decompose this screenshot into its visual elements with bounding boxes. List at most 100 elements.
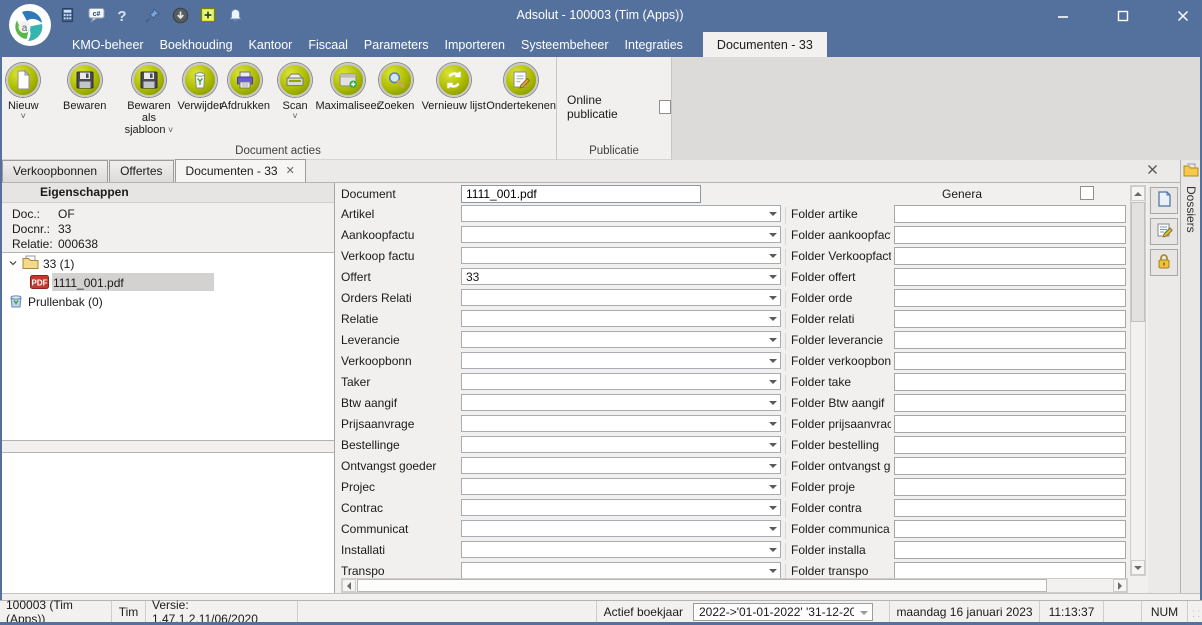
field-label-artikel: Artikel — [341, 207, 458, 223]
bewaren-button[interactable]: Bewaren — [47, 61, 123, 112]
relatie-dropdown[interactable] — [461, 310, 781, 327]
vernieuw-lijst-button[interactable]: Vernieuw lijst — [421, 61, 486, 112]
menu-item-kantoor[interactable]: Kantoor — [241, 32, 301, 57]
ribbon: Document acties Nieuw ˅BewarenBewaren al… — [0, 57, 1202, 160]
tab-documenten-33[interactable]: Documenten - 33✕ — [175, 159, 306, 182]
chevron-down-icon — [769, 569, 777, 573]
scroll-up-button[interactable] — [1131, 186, 1145, 201]
dossiers-label: Dossiers — [1184, 186, 1198, 233]
transpo-dropdown[interactable] — [461, 562, 781, 579]
chevron-down-icon — [769, 338, 777, 342]
leverancie-dropdown[interactable] — [461, 331, 781, 348]
folder-verkoopbonr-input[interactable] — [894, 352, 1126, 370]
taker-dropdown[interactable] — [461, 373, 781, 390]
artikel-dropdown[interactable] — [461, 205, 781, 222]
edit-sign-button[interactable] — [1150, 218, 1178, 245]
folder-proje-input[interactable] — [894, 478, 1126, 496]
tab-verkoopbonnen[interactable]: Verkoopbonnen — [2, 160, 108, 182]
ribbon-button-label: Ondertekenen — [486, 100, 556, 112]
verwijder-button[interactable]: Verwijder — [175, 61, 225, 112]
folder-prijsaanvrac-input[interactable] — [894, 415, 1126, 433]
orders-relati-dropdown[interactable] — [461, 289, 781, 306]
bewaren-als-sjabloon-button[interactable]: Bewaren als sjabloon ˅ — [123, 61, 175, 136]
folder-artike-input[interactable] — [894, 205, 1126, 223]
maximize-button[interactable] — [1112, 6, 1134, 26]
scroll-left-button[interactable] — [342, 579, 356, 592]
status-time: 11:13:37 — [1040, 601, 1104, 622]
tab-offertes[interactable]: Offertes — [109, 160, 173, 182]
lock-button[interactable] — [1150, 249, 1178, 276]
folder-bestelling-input[interactable] — [894, 436, 1126, 454]
nieuw-button[interactable]: Nieuw ˅ — [0, 61, 47, 120]
ondertekenen-button[interactable]: Ondertekenen — [486, 61, 556, 112]
add-icon[interactable] — [200, 7, 217, 24]
scroll-down-button[interactable] — [1131, 560, 1145, 575]
folder-installa-input[interactable] — [894, 541, 1126, 559]
csharp-icon[interactable]: c# — [88, 7, 105, 24]
horizontal-scroll-thumb[interactable] — [357, 579, 1047, 592]
maximaliseer-button[interactable]: Maximaliseer — [325, 61, 371, 112]
horizontal-scrollbar[interactable] — [341, 578, 1128, 593]
dossiers-rail[interactable]: Dossiers — [1180, 160, 1200, 593]
folder-leverancie-input[interactable] — [894, 331, 1126, 349]
adsolut-logo[interactable]: a — [8, 3, 52, 47]
calculator-icon[interactable] — [60, 7, 77, 24]
folder-take-input[interactable] — [894, 373, 1126, 391]
folder-offert-input[interactable] — [894, 268, 1126, 286]
menu-item-kmo-beheer[interactable]: KMO-beheer — [64, 32, 152, 57]
resize-grip[interactable]: ⸬ — [1188, 601, 1202, 622]
pin-icon[interactable] — [144, 7, 161, 24]
tree-item-prullenbak-0[interactable]: Prullenbak (0) — [8, 293, 103, 311]
zoeken-button[interactable]: Zoeken — [371, 61, 421, 112]
genera-header-label: Genera — [856, 187, 1068, 201]
folder-contra-input[interactable] — [894, 499, 1126, 517]
panel-splitter[interactable] — [2, 441, 334, 452]
boekjaar-dropdown[interactable]: 2022->'01-01-2022' '31-12-2022' — [693, 603, 873, 621]
projec-dropdown[interactable] — [461, 478, 781, 495]
aankoopfactu-dropdown[interactable] — [461, 226, 781, 243]
folder-verkoopfacti-input[interactable] — [894, 247, 1126, 265]
verkoopbonn-dropdown[interactable] — [461, 352, 781, 369]
help-icon[interactable]: ? — [116, 7, 133, 24]
online-publicatie-checkbox[interactable] — [659, 100, 671, 114]
btw-aangif-dropdown[interactable] — [461, 394, 781, 411]
installati-dropdown[interactable] — [461, 541, 781, 558]
chevron-down-icon — [769, 548, 777, 552]
vertical-scrollbar[interactable] — [1130, 185, 1146, 576]
folder-aankoopfact-input[interactable] — [894, 226, 1126, 244]
verkoop-factu-dropdown[interactable] — [461, 247, 781, 264]
tab-close-icon[interactable]: ✕ — [286, 161, 295, 182]
tree-expand-icon[interactable] — [8, 257, 18, 271]
prijsaanvrage-dropdown[interactable] — [461, 415, 781, 432]
genera-checkbox[interactable] — [1080, 186, 1094, 200]
menu-item-parameters[interactable]: Parameters — [356, 32, 437, 57]
bell-icon[interactable] — [228, 7, 245, 24]
menu-item-boekhouding[interactable]: Boekhouding — [152, 32, 241, 57]
menu-item-importeren[interactable]: Importeren — [437, 32, 513, 57]
menu-item-systeembeheer[interactable]: Systeembeheer — [513, 32, 617, 57]
vertical-scroll-thumb[interactable] — [1131, 202, 1145, 322]
minimize-button[interactable] — [1052, 6, 1074, 26]
pane-close-button[interactable] — [1144, 163, 1160, 178]
menu-item-fiscaal[interactable]: Fiscaal — [300, 32, 356, 57]
folder-communica-input[interactable] — [894, 520, 1126, 538]
close-button[interactable] — [1172, 6, 1194, 26]
scroll-right-button[interactable] — [1113, 579, 1127, 592]
folder-relati-input[interactable] — [894, 310, 1126, 328]
folder-ontvangst-goede-input[interactable] — [894, 457, 1126, 475]
document-name-input[interactable] — [461, 185, 701, 203]
tree-item-33-1[interactable]: 33 (1) — [8, 255, 74, 273]
contrac-dropdown[interactable] — [461, 499, 781, 516]
document-view-button[interactable] — [1150, 187, 1178, 214]
bestellinge-dropdown[interactable] — [461, 436, 781, 453]
afdrukken-button[interactable]: Afdrukken — [225, 61, 265, 112]
menu-item-documenten-33[interactable]: Documenten - 33 — [703, 32, 827, 57]
menu-item-integraties[interactable]: Integraties — [617, 32, 691, 57]
ontvangst-goeder-dropdown[interactable] — [461, 457, 781, 474]
folder-orde-input[interactable] — [894, 289, 1126, 307]
download-icon[interactable] — [172, 7, 189, 24]
communicat-dropdown[interactable] — [461, 520, 781, 537]
folder-btw-aangif-input[interactable] — [894, 394, 1126, 412]
tree-item-1111-001-pdf[interactable]: PDF1111_001.pdf — [30, 274, 124, 292]
offert-dropdown[interactable]: 33 — [461, 268, 781, 285]
